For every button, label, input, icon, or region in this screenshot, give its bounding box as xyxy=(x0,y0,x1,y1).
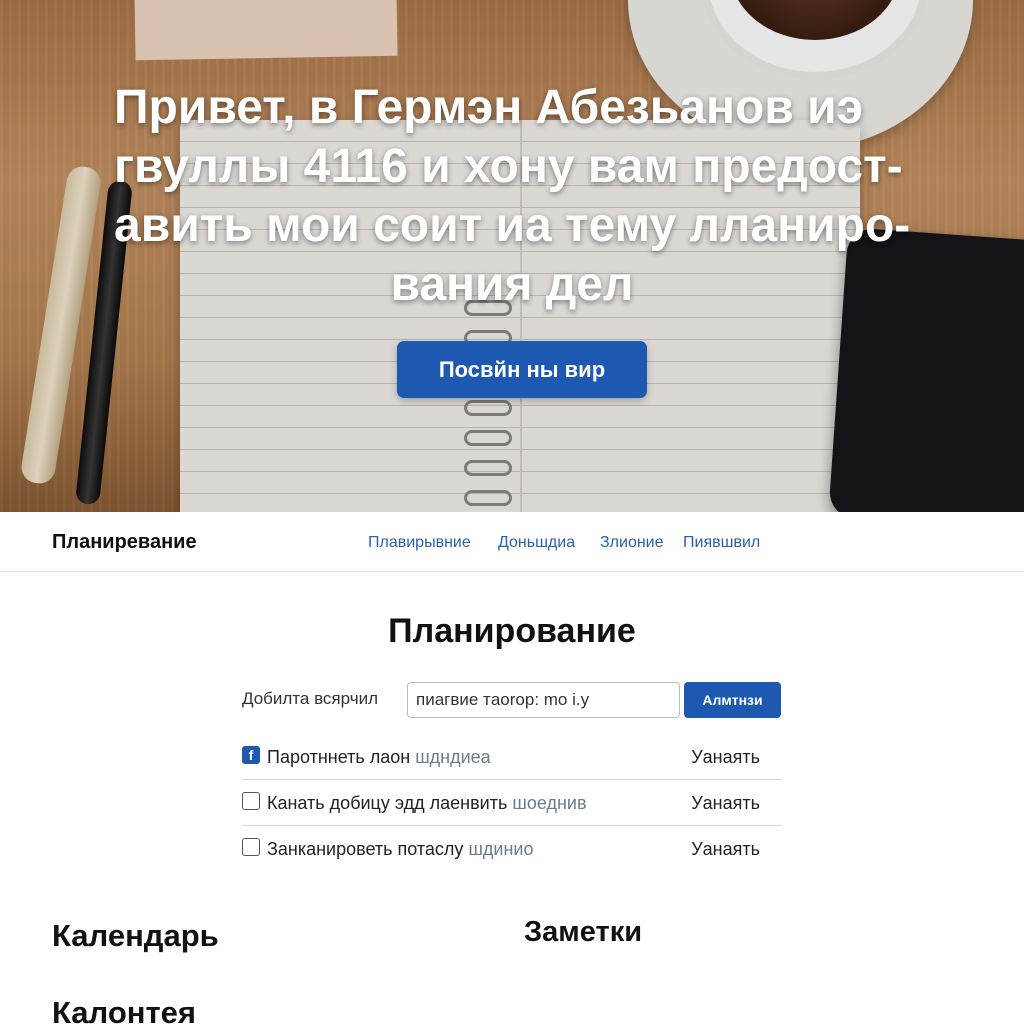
task-text: Занканироветь потаслу шдинио xyxy=(267,839,533,860)
checkbox-icon[interactable] xyxy=(242,792,260,810)
task-text: Канать добицу эдд лаенвить шоеднив xyxy=(267,793,587,814)
nav-link-settings[interactable]: Пиявшвил xyxy=(683,534,760,552)
brand-logo[interactable]: Планиревание xyxy=(52,531,197,554)
task-text-muted: шдндиеа xyxy=(415,747,491,767)
checkbox-icon[interactable] xyxy=(242,838,260,856)
navbar: Планиревание Плавирывние Доньшдиа Злиони… xyxy=(0,512,1024,572)
delete-task-button[interactable]: Уанаять xyxy=(691,747,760,768)
add-task-label: Добилта всярчил xyxy=(242,689,378,708)
task-row: Канать добицу эдд лаенвить шоеднив Уаная… xyxy=(242,780,782,826)
hero-title-line: вания дел xyxy=(390,258,634,311)
task-text-main: Канать добицу эдд лаенвить xyxy=(267,793,508,813)
delete-task-button[interactable]: Уанаять xyxy=(691,839,760,860)
add-task-button[interactable]: Алмтнзи xyxy=(684,682,781,718)
task-text-main: Занканироветь потаслу xyxy=(267,839,464,859)
nav-link-planning[interactable]: Плавирывние xyxy=(368,534,471,552)
task-text: Паротннеть лаон шдндиеа xyxy=(267,747,491,768)
calendar-heading: Календарь xyxy=(52,918,219,953)
hero-banner: Привет, в Гермэн Абезьанов иэ гвуллы 411… xyxy=(0,0,1024,512)
section-title: Планирование xyxy=(388,612,636,650)
task-row: f Паротннеть лаон шдндиеа Уанаять xyxy=(242,734,782,780)
nav-link-add[interactable]: Доньшдиа xyxy=(498,534,575,552)
nav-link-done[interactable]: Злионие xyxy=(600,534,664,552)
task-text-main: Паротннеть лаон xyxy=(267,747,411,767)
notes-heading: Заметки xyxy=(524,916,643,948)
hero-cta-button[interactable]: Посвйн ны вир xyxy=(397,341,647,398)
checkbox-checked-icon[interactable]: f xyxy=(242,746,260,764)
task-input[interactable] xyxy=(407,682,680,718)
task-row: Занканироветь потаслу шдинио Уанаять xyxy=(242,826,782,872)
hero-title-line: авить мои соит иа тему лланиро- xyxy=(114,199,911,252)
hero-title-line: гвуллы 4116 и хону вам предост- xyxy=(114,140,903,193)
task-text-muted: шоеднив xyxy=(512,793,587,813)
task-text-muted: шдинио xyxy=(468,839,534,859)
hero-title: Привет, в Гермэн Абезьанов иэ гвуллы 411… xyxy=(80,78,944,314)
calendar-subheading: Калонтея xyxy=(52,995,196,1024)
task-list: f Паротннеть лаон шдндиеа Уанаять Канать… xyxy=(242,734,782,872)
delete-task-button[interactable]: Уанаять xyxy=(691,793,760,814)
hero-title-line: Привет, в Гермэн Абезьанов иэ xyxy=(114,81,864,134)
